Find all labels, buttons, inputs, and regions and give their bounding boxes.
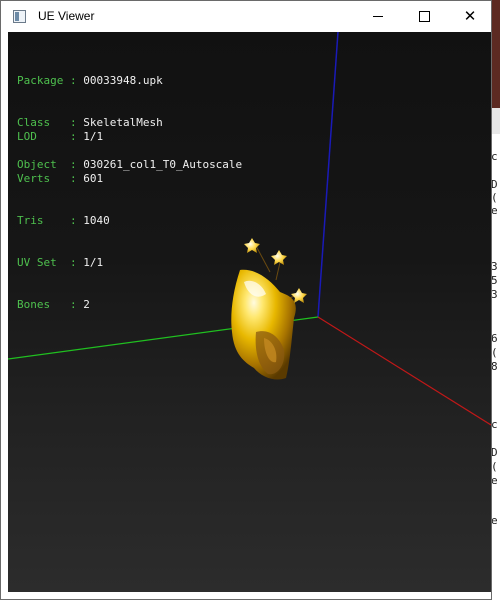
minimize-icon	[373, 16, 383, 17]
close-button[interactable]: ✕	[447, 1, 493, 32]
info-key: LOD	[17, 130, 64, 143]
info-row-package: Package : 00033948.upk	[17, 74, 242, 88]
mesh-stats-block: LOD : 1/1 Verts : 601 Tris : 1040 UV Set…	[17, 102, 110, 340]
info-value: 1/1	[83, 130, 104, 143]
info-row-lod: LOD : 1/1	[17, 130, 110, 144]
title-bar[interactable]: UE Viewer ✕	[1, 1, 491, 32]
maximize-button[interactable]	[401, 1, 447, 32]
maximize-icon	[418, 11, 430, 22]
info-key: Bones	[17, 298, 64, 311]
info-key: Tris	[17, 214, 64, 227]
info-key: Package	[17, 74, 64, 87]
info-value: 601	[83, 172, 104, 185]
info-value: 2	[83, 298, 90, 311]
info-separator: :	[63, 298, 84, 311]
info-separator: :	[63, 172, 84, 185]
info-separator: :	[63, 130, 84, 143]
info-row-uvset: UV Set : 1/1	[17, 256, 110, 270]
info-row-tris: Tris : 1040	[17, 214, 110, 228]
info-value: 1040	[83, 214, 110, 227]
info-value: 1/1	[83, 256, 104, 269]
info-separator: :	[63, 74, 84, 87]
window-title: UE Viewer	[38, 9, 95, 23]
info-separator: :	[63, 214, 84, 227]
info-separator: :	[63, 256, 84, 269]
info-row-verts: Verts : 601	[17, 172, 110, 186]
info-key: UV Set	[17, 256, 64, 269]
close-icon: ✕	[463, 7, 477, 25]
3d-viewport[interactable]: Package : 00033948.upk Class : SkeletalM…	[8, 32, 491, 592]
info-row-bones: Bones : 2	[17, 298, 110, 312]
skeletal-mesh-model[interactable]	[231, 238, 307, 380]
info-key: Verts	[17, 172, 64, 185]
app-window-icon[interactable]	[13, 10, 26, 23]
ue-viewer-window[interactable]: UE Viewer ✕ Package: 00033948.upk Class…	[0, 0, 492, 600]
minimize-button[interactable]	[355, 1, 401, 32]
x-axis-line	[317, 316, 491, 426]
info-value: 00033948.upk	[83, 74, 163, 87]
z-axis-line	[317, 32, 339, 318]
